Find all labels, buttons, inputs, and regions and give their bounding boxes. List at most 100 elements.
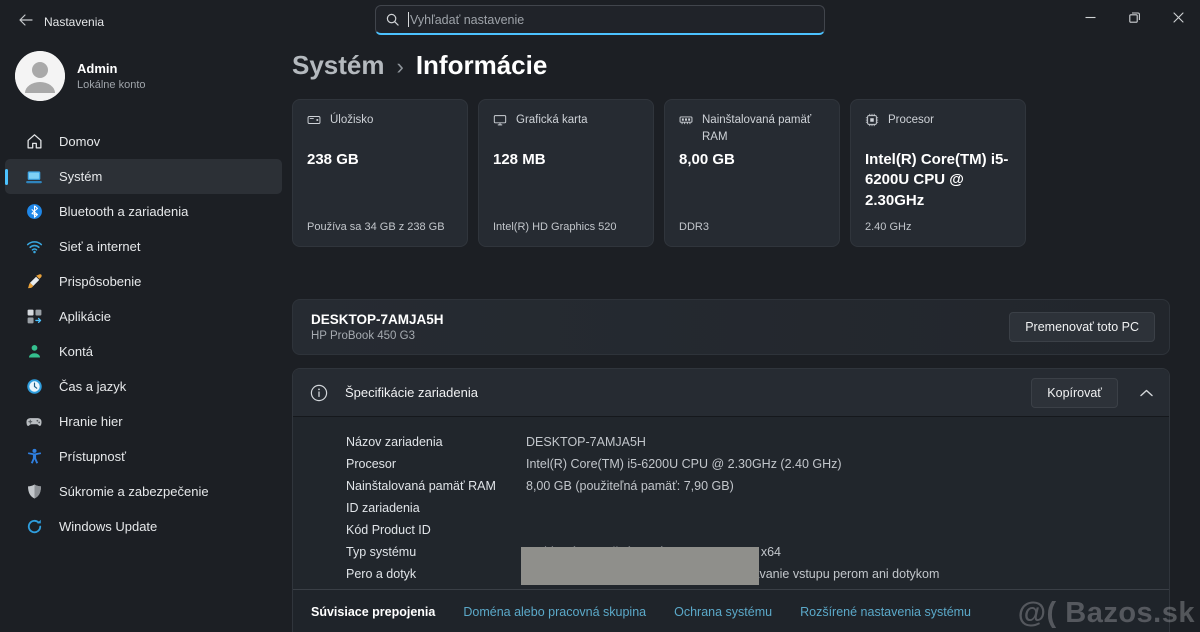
breadcrumb-separator-icon: › bbox=[397, 54, 404, 80]
storage-icon bbox=[307, 113, 321, 127]
link-advanced-system-settings[interactable]: Rozšírené nastavenia systému bbox=[800, 605, 971, 619]
specs-header[interactable]: Špecifikácie zariadenia Kopírovať bbox=[293, 369, 1169, 416]
sidebar-item-label: Domov bbox=[59, 134, 100, 149]
breadcrumb: Systém › Informácie bbox=[292, 50, 547, 81]
user-account-type: Lokálne konto bbox=[77, 79, 146, 91]
sidebar: Admin Lokálne konto Domov Systém Bluetoo… bbox=[0, 42, 292, 632]
gaming-icon bbox=[25, 413, 43, 431]
sidebar-item-label: Aplikácie bbox=[59, 309, 111, 324]
spec-row: Nainštalovaná pamäť RAM 8,00 GB (použite… bbox=[346, 475, 1169, 497]
card-value: 238 GB bbox=[307, 150, 457, 170]
sidebar-item-label: Systém bbox=[59, 169, 102, 184]
sidebar-item-label: Súkromie a zabezpečenie bbox=[59, 484, 209, 499]
spec-label: ID zariadenia bbox=[346, 501, 526, 515]
home-icon bbox=[25, 133, 43, 151]
gpu-icon bbox=[493, 113, 507, 127]
sidebar-item-label: Sieť a internet bbox=[59, 239, 140, 254]
ram-card[interactable]: Nainštalovaná pamäť RAM 8,00 GB DDR3 bbox=[664, 99, 840, 247]
cpu-card[interactable]: Procesor Intel(R) Core(TM) i5-6200U CPU … bbox=[850, 99, 1026, 247]
accessibility-icon bbox=[25, 448, 43, 466]
spec-label: Nainštalovaná pamäť RAM bbox=[346, 479, 526, 493]
search-box[interactable] bbox=[375, 5, 825, 35]
search-icon bbox=[386, 13, 399, 26]
sidebar-nav: Domov Systém Bluetooth a zariadenia Sieť… bbox=[5, 124, 282, 544]
sidebar-item-personalization[interactable]: Prispôsobenie bbox=[5, 264, 282, 299]
spec-row: Názov zariadenia DESKTOP-7AMJA5H bbox=[346, 431, 1169, 453]
device-name: DESKTOP-7AMJA5H bbox=[311, 312, 1009, 327]
user-name: Admin bbox=[77, 61, 117, 76]
sidebar-item-bluetooth[interactable]: Bluetooth a zariadenia bbox=[5, 194, 282, 229]
text-caret bbox=[408, 12, 409, 27]
spec-label: Názov zariadenia bbox=[346, 435, 526, 449]
storage-card[interactable]: Úložisko 238 GB Používa sa 34 GB z 238 G… bbox=[292, 99, 468, 247]
sidebar-item-domov[interactable]: Domov bbox=[5, 124, 282, 159]
page-title: Informácie bbox=[416, 50, 548, 81]
sidebar-item-label: Hranie hier bbox=[59, 414, 123, 429]
back-arrow-icon bbox=[18, 14, 33, 26]
chevron-up-icon[interactable] bbox=[1140, 389, 1153, 397]
sidebar-item-accounts[interactable]: Kontá bbox=[5, 334, 282, 369]
sidebar-item-system[interactable]: Systém bbox=[5, 159, 282, 194]
sidebar-item-label: Bluetooth a zariadenia bbox=[59, 204, 188, 219]
restore-icon bbox=[1129, 12, 1140, 23]
spec-label: Procesor bbox=[346, 457, 526, 471]
titlebar: Nastavenia bbox=[0, 0, 1200, 42]
minimize-icon bbox=[1085, 12, 1096, 23]
spec-row: ID zariadenia bbox=[346, 497, 1169, 519]
card-footer: 2.40 GHz bbox=[865, 221, 1017, 233]
spec-value: Intel(R) Core(TM) i5-6200U CPU @ 2.30GHz… bbox=[526, 457, 842, 471]
sidebar-item-accessibility[interactable]: Prístupnosť bbox=[5, 439, 282, 474]
sidebar-item-label: Čas a jazyk bbox=[59, 379, 126, 394]
copy-button[interactable]: Kopírovať bbox=[1031, 378, 1118, 408]
link-system-protection[interactable]: Ochrana systému bbox=[674, 605, 772, 619]
card-value: Intel(R) Core(TM) i5-6200U CPU @ 2.30GHz bbox=[865, 150, 1015, 211]
link-domain-workgroup[interactable]: Doména alebo pracovná skupina bbox=[463, 605, 646, 619]
sidebar-item-label: Kontá bbox=[59, 344, 93, 359]
info-icon bbox=[310, 384, 328, 402]
restore-button[interactable] bbox=[1112, 0, 1156, 34]
windows-update-icon bbox=[25, 518, 43, 536]
window-title: Nastavenia bbox=[44, 15, 104, 29]
sidebar-item-windows-update[interactable]: Windows Update bbox=[5, 509, 282, 544]
network-icon bbox=[25, 238, 43, 256]
close-icon bbox=[1173, 12, 1184, 23]
sidebar-item-network[interactable]: Sieť a internet bbox=[5, 229, 282, 264]
apps-icon bbox=[25, 308, 43, 326]
cpu-icon bbox=[865, 113, 879, 127]
card-title: Procesor bbox=[888, 112, 934, 129]
spec-value: 8,00 GB (použiteľná pamäť: 7,90 GB) bbox=[526, 479, 734, 493]
redacted-values-overlay bbox=[521, 547, 759, 585]
spec-label: Pero a dotyk bbox=[346, 567, 526, 581]
sidebar-item-label: Windows Update bbox=[59, 519, 157, 534]
sidebar-item-time-language[interactable]: Čas a jazyk bbox=[5, 369, 282, 404]
spec-value: DESKTOP-7AMJA5H bbox=[526, 435, 646, 449]
minimize-button[interactable] bbox=[1068, 0, 1112, 34]
search-input[interactable] bbox=[410, 13, 814, 27]
sidebar-item-privacy[interactable]: Súkromie a zabezpečenie bbox=[5, 474, 282, 509]
info-cards: Úložisko 238 GB Používa sa 34 GB z 238 G… bbox=[292, 99, 1026, 247]
close-button[interactable] bbox=[1156, 0, 1200, 34]
privacy-icon bbox=[25, 483, 43, 501]
system-icon bbox=[25, 168, 43, 186]
card-title: Úložisko bbox=[330, 112, 373, 129]
sidebar-item-label: Prispôsobenie bbox=[59, 274, 141, 289]
card-title: Grafická karta bbox=[516, 112, 588, 129]
specs-body: Názov zariadenia DESKTOP-7AMJA5H Proceso… bbox=[293, 416, 1169, 589]
accounts-icon bbox=[25, 343, 43, 361]
sidebar-item-gaming[interactable]: Hranie hier bbox=[5, 404, 282, 439]
card-footer: Používa sa 34 GB z 238 GB bbox=[307, 221, 459, 233]
back-button[interactable] bbox=[10, 6, 40, 34]
breadcrumb-parent[interactable]: Systém bbox=[292, 50, 385, 81]
gpu-card[interactable]: Grafická karta 128 MB Intel(R) HD Graphi… bbox=[478, 99, 654, 247]
person-avatar-icon bbox=[15, 51, 65, 101]
rename-pc-button[interactable]: Premenovať toto PC bbox=[1009, 312, 1155, 342]
card-value: 128 MB bbox=[493, 150, 643, 170]
selected-accent-bar bbox=[5, 169, 8, 185]
spec-row: Procesor Intel(R) Core(TM) i5-6200U CPU … bbox=[346, 453, 1169, 475]
spec-label: Typ systému bbox=[346, 545, 526, 559]
related-links-label: Súvisiace prepojenia bbox=[311, 605, 435, 619]
sidebar-item-apps[interactable]: Aplikácie bbox=[5, 299, 282, 334]
avatar[interactable] bbox=[15, 51, 65, 101]
personalization-icon bbox=[25, 273, 43, 291]
spec-row: Kód Product ID bbox=[346, 519, 1169, 541]
